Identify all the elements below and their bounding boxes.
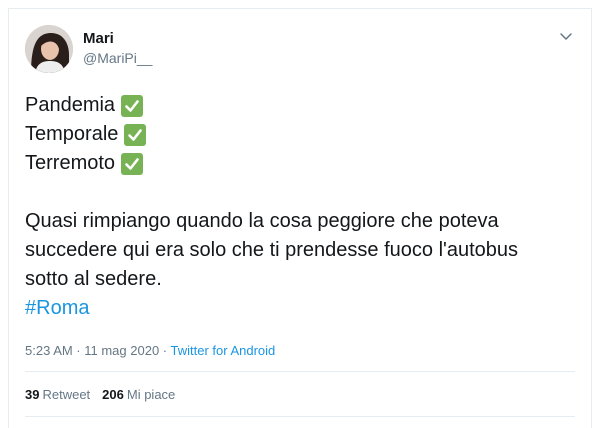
retweet-count-link[interactable]: 39 Retweet (25, 387, 90, 402)
like-label: Mi piace (126, 387, 176, 402)
check-mark-icon (121, 94, 144, 117)
tweet-source-link[interactable]: Twitter for Android (171, 343, 276, 358)
tweet-meta: 5:23 AM · 11 mag 2020 · Twitter for Andr… (25, 343, 275, 358)
divider (25, 371, 575, 372)
avatar[interactable] (25, 25, 73, 73)
author-name[interactable]: Mari (83, 30, 114, 47)
paragraph-line: Quasi rimpiango quando la cosa peggiore … (25, 210, 499, 232)
checklist-item-label: Terremoto (25, 152, 116, 174)
retweet-count: 39 (25, 387, 40, 402)
tweet-stats: 39 Retweet 206 Mi piace (25, 387, 175, 402)
tweet-card: Mari @MariPi__ Pandemia Temporale Terrem… (8, 8, 592, 428)
tweet-paragraph: Quasi rimpiango quando la cosa peggiore … (25, 207, 575, 323)
divider (25, 416, 575, 417)
checklist-item: Terremoto (25, 149, 575, 178)
like-count: 206 (102, 387, 124, 402)
paragraph-line: succedere qui era solo che ti prendesse … (25, 239, 519, 261)
avatar-image (25, 25, 73, 73)
check-mark-icon (121, 152, 144, 175)
tweet-timestamp[interactable]: 5:23 AM · 11 mag 2020 · (25, 343, 171, 358)
tweet-text: Pandemia Temporale Terremoto Quasi rimpi… (25, 91, 575, 323)
like-count-link[interactable]: 206 Mi piace (102, 387, 175, 402)
retweet-label: Retweet (42, 387, 91, 402)
tweet-header: Mari @MariPi__ (25, 25, 575, 75)
paragraph-line: sotto al sedere. (25, 268, 162, 290)
hashtag-link[interactable]: #Roma (25, 294, 89, 323)
check-mark-icon (124, 123, 147, 146)
checklist-item: Pandemia (25, 91, 575, 120)
checklist-item: Temporale (25, 120, 575, 149)
author-handle[interactable]: @MariPi__ (83, 50, 152, 66)
checklist-item-label: Temporale (25, 123, 119, 145)
chevron-down-icon[interactable] (557, 27, 575, 45)
checklist-item-label: Pandemia (25, 94, 116, 116)
